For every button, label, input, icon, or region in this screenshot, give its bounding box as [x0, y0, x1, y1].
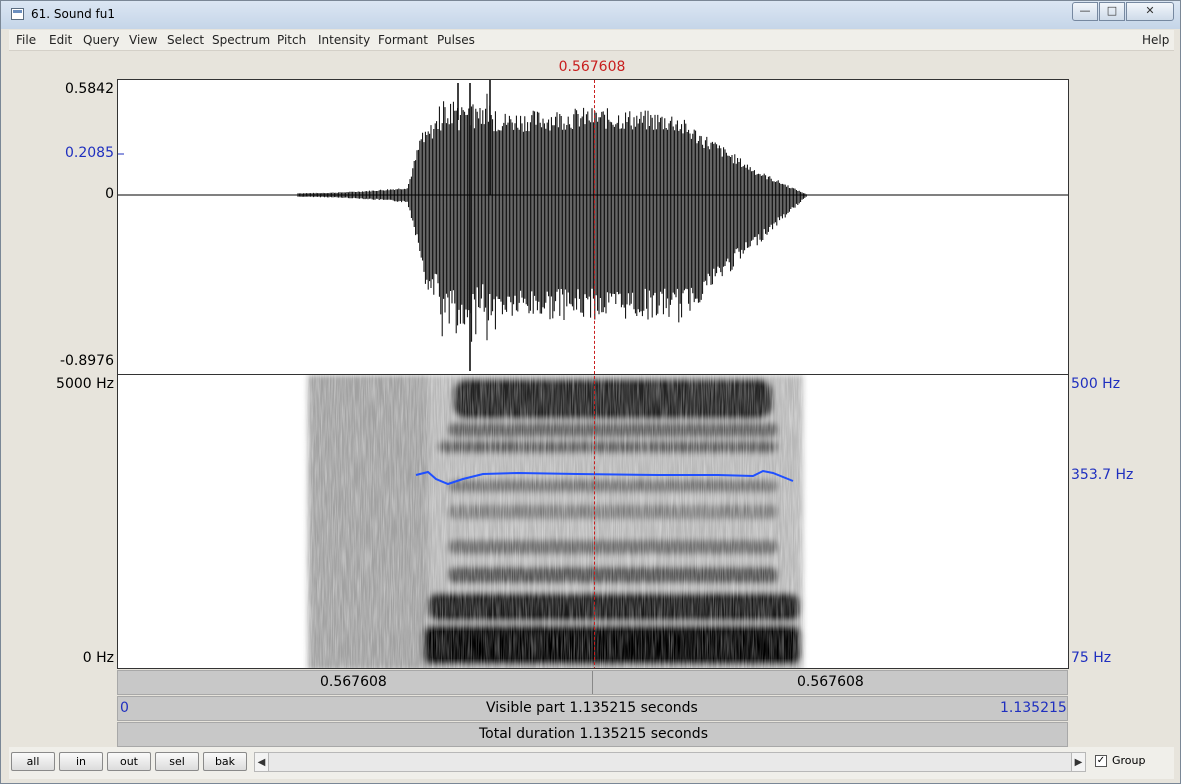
menu-query[interactable]: Query	[83, 33, 119, 47]
menu-help[interactable]: Help	[1142, 33, 1169, 47]
waveform-trace	[297, 80, 809, 371]
zoom-back-button[interactable]: bak	[203, 752, 247, 771]
minimize-button[interactable]: —	[1072, 2, 1098, 21]
waveform-path	[297, 93, 809, 342]
visible-part-label: Visible part 1.135215 seconds	[486, 700, 698, 716]
visible-start-label: 0	[120, 700, 129, 716]
visible-part-bar[interactable]: 0 Visible part 1.135215 seconds 1.135215	[117, 696, 1068, 721]
time-cursor-line	[594, 80, 595, 668]
group-label: Group	[1112, 754, 1146, 767]
spec-min-freq-label: 0 Hz	[82, 650, 114, 666]
menu-formant[interactable]: Formant	[378, 33, 428, 47]
scroll-left-icon[interactable]: ◀	[254, 752, 269, 772]
window-icon	[11, 8, 24, 20]
cursor-time-label: 0.567608	[558, 59, 626, 75]
time-right-label: 0.567608	[797, 674, 864, 690]
group-checkbox[interactable]: ✓	[1095, 755, 1107, 767]
close-button[interactable]: ✕	[1126, 2, 1174, 21]
sound-editor-window: 61. Sound fu1 — □ ✕ File Edit Query View…	[0, 0, 1181, 784]
pitch-cursor-value-label: 353.7 Hz	[1071, 467, 1134, 483]
menu-edit[interactable]: Edit	[49, 33, 72, 47]
menu-bar: File Edit Query View Select Spectrum Pit…	[9, 30, 1174, 51]
menu-view[interactable]: View	[129, 33, 157, 47]
time-left-label: 0.567608	[320, 674, 387, 690]
total-duration-label: Total duration 1.135215 seconds	[479, 726, 708, 742]
spectrogram-noise	[308, 375, 803, 668]
menu-intensity[interactable]: Intensity	[318, 33, 370, 47]
bottom-toolbar: all in out sel bak ◀ ▶ ✓ Group	[9, 747, 1174, 779]
time-bar-split	[592, 671, 593, 694]
spectrogram-view[interactable]	[118, 375, 1068, 669]
horizontal-scrollbar[interactable]	[254, 752, 1086, 772]
zoom-all-button[interactable]: all	[11, 752, 55, 771]
maximize-button[interactable]: □	[1099, 2, 1125, 21]
total-duration-bar[interactable]: Total duration 1.135215 seconds	[117, 722, 1068, 747]
pitch-floor-label: 75 Hz	[1071, 650, 1112, 666]
zoom-out-button[interactable]: out	[107, 752, 151, 771]
wave-zero-label: 0	[105, 186, 114, 202]
menu-spectrum[interactable]: Spectrum	[212, 33, 270, 47]
menu-pulses[interactable]: Pulses	[437, 33, 475, 47]
checkmark-icon: ✓	[1096, 755, 1106, 766]
wave-max-label: 0.5842	[65, 81, 114, 97]
title-bar: 61. Sound fu1 — □ ✕	[1, 1, 1180, 29]
wave-mark-label: 0.2085	[65, 145, 114, 161]
window-title: 61. Sound fu1	[31, 7, 115, 21]
pitch-ceiling-label: 500 Hz	[1071, 376, 1121, 392]
menu-file[interactable]: File	[16, 33, 36, 47]
zoom-in-button[interactable]: in	[59, 752, 103, 771]
wave-min-label: -0.8976	[59, 353, 114, 369]
zoom-selection-button[interactable]: sel	[155, 752, 199, 771]
menu-select[interactable]: Select	[167, 33, 204, 47]
spec-max-freq-label: 5000 Hz	[56, 376, 114, 392]
analysis-plot[interactable]	[117, 79, 1069, 669]
visible-end-label: 1.135215	[1000, 700, 1067, 716]
waveform-view[interactable]	[118, 80, 1068, 374]
time-bar[interactable]: 0.567608 0.567608	[117, 670, 1068, 695]
menu-pitch[interactable]: Pitch	[277, 33, 306, 47]
scroll-right-icon[interactable]: ▶	[1071, 752, 1086, 772]
